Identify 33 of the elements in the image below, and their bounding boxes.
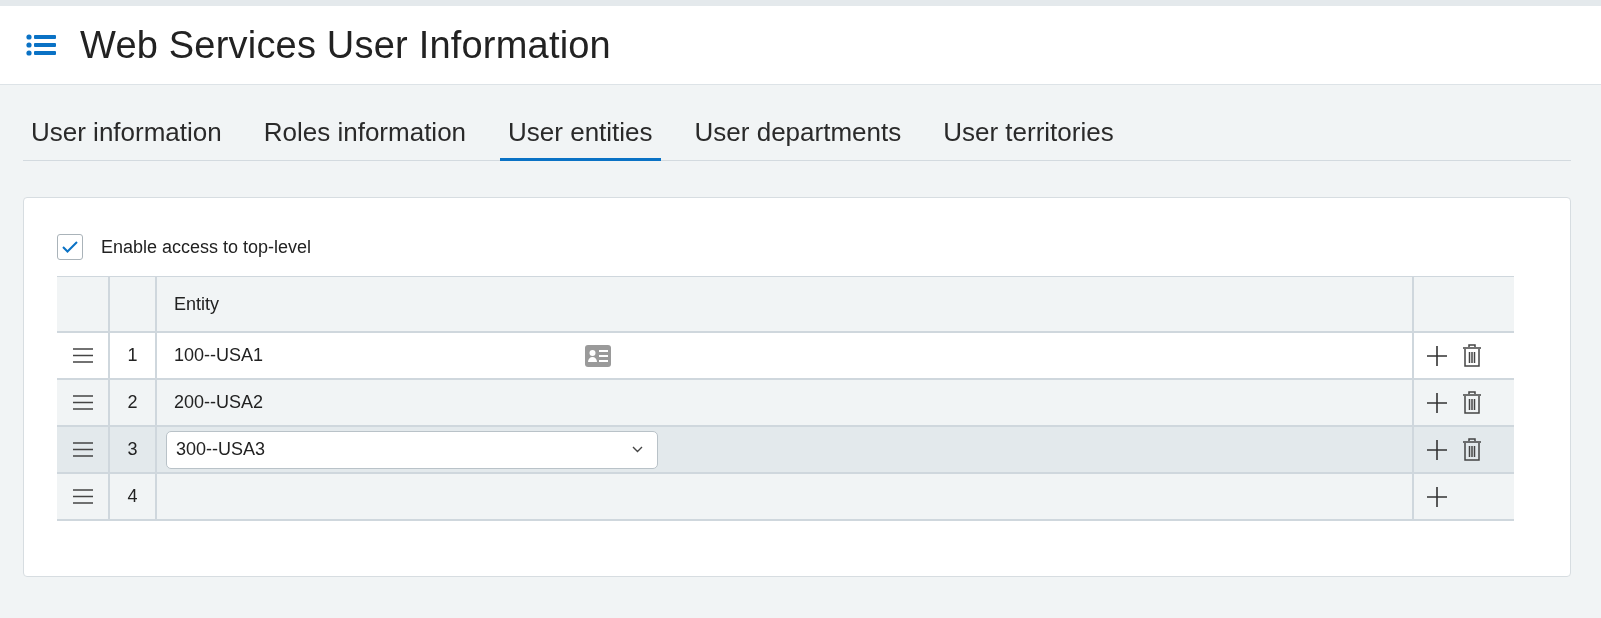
- dropdown-value: 300--USA3: [176, 439, 266, 460]
- table-row[interactable]: 3 300--USA3: [57, 427, 1514, 474]
- add-icon[interactable]: [1427, 439, 1447, 460]
- add-icon[interactable]: [1427, 392, 1447, 413]
- checkbox-label: Enable access to top-level: [101, 236, 312, 258]
- trash-icon[interactable]: [1462, 343, 1482, 368]
- table-row[interactable]: 4: [57, 474, 1514, 521]
- table-row[interactable]: 1 100--USA1: [57, 333, 1514, 380]
- checkbox[interactable]: [57, 234, 83, 260]
- checkmark-icon: [62, 241, 78, 253]
- page-title: Web Services User Information: [80, 23, 611, 67]
- column-header: Entity: [157, 277, 1414, 333]
- drag-handle-icon[interactable]: [72, 442, 93, 457]
- trash-icon[interactable]: [1462, 390, 1482, 415]
- add-icon[interactable]: [1427, 486, 1447, 507]
- tab[interactable]: User territories: [935, 109, 1122, 161]
- trash-icon[interactable]: [1462, 437, 1482, 462]
- add-icon[interactable]: [1427, 345, 1447, 366]
- row-number: 4: [110, 474, 157, 521]
- entity-dropdown[interactable]: 300--USA3: [166, 430, 658, 469]
- table-row[interactable]: 2 200--USA2: [57, 380, 1514, 427]
- contact-card-icon[interactable]: [585, 344, 611, 367]
- drag-handle-icon[interactable]: [72, 348, 93, 363]
- drag-handle-icon[interactable]: [72, 395, 93, 410]
- list-icon[interactable]: [26, 34, 56, 56]
- tab[interactable]: Roles information: [255, 109, 475, 161]
- entity-text: 200--USA2: [174, 392, 265, 413]
- tab[interactable]: User departments: [686, 109, 910, 161]
- chevron-down-icon: [632, 446, 643, 453]
- tab[interactable]: User information: [23, 109, 230, 161]
- tab[interactable]: User entities: [500, 109, 661, 161]
- entity-text: 100--USA1: [174, 345, 265, 366]
- drag-handle-icon[interactable]: [72, 489, 93, 504]
